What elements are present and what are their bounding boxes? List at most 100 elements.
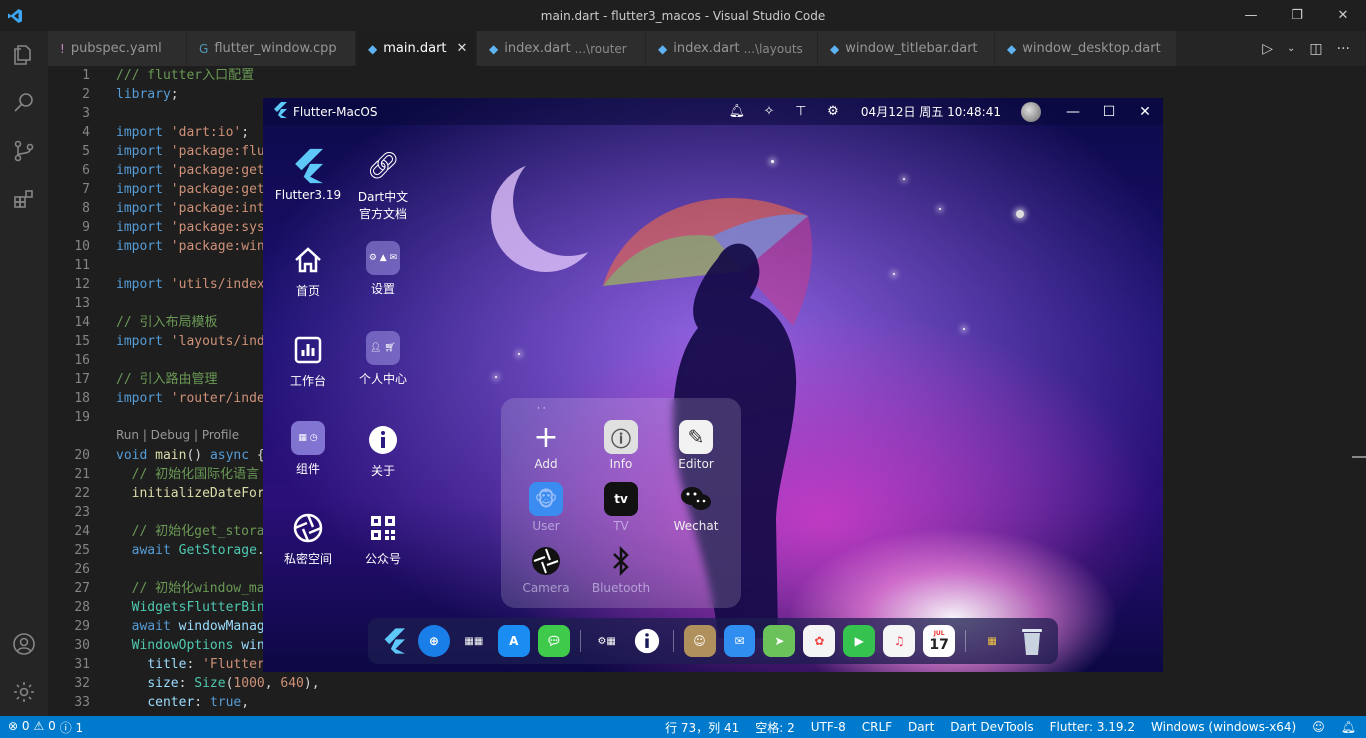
accounts-icon[interactable]: [0, 620, 48, 668]
minimize-button[interactable]: —: [1228, 0, 1274, 31]
indentation[interactable]: 空格: 2: [755, 719, 795, 736]
source-control-icon[interactable]: [0, 127, 48, 175]
code-token: ),: [303, 676, 320, 691]
more-actions-icon[interactable]: ···: [1337, 41, 1350, 57]
code-token: 'package:flu: [170, 144, 265, 159]
line-number: 33: [74, 695, 90, 710]
avatar[interactable]: [1021, 101, 1041, 122]
app-maximize-button[interactable]: ☐: [1091, 104, 1127, 120]
tab-window-desktop[interactable]: ◆ window_desktop.dart: [995, 31, 1177, 66]
encoding[interactable]: UTF-8: [811, 720, 846, 734]
launcher-camera[interactable]: Camera: [508, 544, 584, 595]
nav-settings[interactable]: ⚙ ▲ ✉ 设置: [343, 240, 423, 297]
nav-about[interactable]: 关于: [343, 422, 423, 479]
tab-label: index.dart: [673, 41, 740, 56]
launcher-add[interactable]: + Add: [508, 420, 584, 472]
dart-file-icon: ◆: [368, 41, 378, 56]
trash-icon[interactable]: [1016, 625, 1048, 657]
language-mode[interactable]: Dart: [908, 720, 934, 734]
nav-flutter[interactable]: Flutter3.19: [268, 148, 348, 202]
bell-icon[interactable]: 🔔︎: [721, 104, 753, 119]
pin-icon[interactable]: ⊤: [785, 104, 817, 119]
restore-button[interactable]: ❐: [1274, 0, 1320, 31]
info-icon[interactable]: [631, 625, 663, 657]
gear-icon[interactable]: ⚙: [817, 104, 849, 119]
flutter-dock-icon[interactable]: [378, 625, 410, 657]
appstore-icon[interactable]: A: [497, 625, 530, 657]
app-close-button[interactable]: ✕: [1127, 104, 1163, 120]
nav-official-account[interactable]: 公众号: [343, 510, 423, 567]
nav-private-space[interactable]: 私密空间: [268, 510, 348, 567]
line-ending[interactable]: CRLF: [862, 720, 892, 734]
explorer-icon[interactable]: [0, 31, 48, 79]
chevron-down-icon[interactable]: ⌄: [1287, 43, 1295, 54]
calendar-icon[interactable]: JUL 17: [923, 625, 956, 657]
tab-pubspec[interactable]: ! pubspec.yaml: [48, 31, 187, 66]
feedback-icon[interactable]: ☺: [1312, 720, 1325, 734]
code-line[interactable]: 32 size: Size(1000, 640),: [48, 674, 1366, 693]
close-button[interactable]: ✕: [1320, 0, 1366, 31]
safari-icon[interactable]: ⊕: [417, 625, 450, 657]
code-line[interactable]: 33 center: true,: [48, 693, 1366, 712]
tab-index-layouts[interactable]: ◆ index.dart ...\layouts: [646, 31, 818, 66]
tab-window-titlebar[interactable]: ◆ window_titlebar.dart: [818, 31, 995, 66]
mail-icon[interactable]: ✉: [723, 625, 756, 657]
launchpad-icon[interactable]: ▦▦: [458, 625, 490, 657]
warnings-count[interactable]: ⚠ 0: [34, 719, 56, 736]
codelens[interactable]: Run | Debug | Profile: [116, 428, 239, 442]
window-title: main.dart - flutter3_macos - Visual Stud…: [540, 8, 826, 23]
aperture-icon: [290, 510, 326, 546]
notifications-icon[interactable]: 🔔︎: [1341, 720, 1356, 734]
widgets-icon[interactable]: ⚙▦: [591, 625, 623, 657]
magic-wand-icon[interactable]: ✧: [753, 104, 785, 119]
launcher-info[interactable]: ⓘ Info: [583, 420, 659, 471]
scrollbar-marker[interactable]: [1352, 456, 1366, 458]
tab-label: window_titlebar.dart: [845, 41, 978, 56]
nav-components[interactable]: ▦ ◷ 组件: [268, 420, 348, 477]
run-icon[interactable]: ▷: [1262, 41, 1273, 57]
tab-main-dart[interactable]: ◆ main.dart ✕: [356, 31, 477, 66]
split-editor-icon[interactable]: ◫: [1309, 41, 1322, 57]
launcher-bluetooth[interactable]: Bluetooth: [583, 544, 659, 595]
maps-icon[interactable]: ➤: [763, 625, 796, 657]
finder-icon[interactable]: ☺: [683, 625, 716, 657]
chart-icon: [290, 332, 326, 368]
tab-index-router[interactable]: ◆ index.dart ...\router: [477, 31, 646, 66]
nav-home[interactable]: 首页: [268, 242, 348, 299]
music-icon[interactable]: ♫: [883, 625, 916, 657]
cursor-position[interactable]: 行 73，列 41: [665, 719, 739, 736]
tab-flutter-window-cpp[interactable]: Gflutter_window.cpp: [187, 31, 356, 66]
drag-handle[interactable]: · ·: [537, 404, 546, 414]
photos-icon[interactable]: ✿: [803, 625, 836, 657]
errors-count[interactable]: ⊗ 0: [8, 719, 30, 736]
code-token: import: [116, 277, 163, 292]
search-icon[interactable]: [0, 79, 48, 127]
code-token: size: [147, 676, 179, 691]
flutter-version[interactable]: Flutter: 3.19.2: [1050, 720, 1135, 734]
extensions-icon[interactable]: [0, 175, 48, 223]
launcher-editor[interactable]: ✎ Editor: [658, 420, 734, 471]
facetime-icon[interactable]: ▶: [843, 625, 876, 657]
launcher-tv[interactable]: tv TV: [583, 482, 659, 533]
device-selector[interactable]: Windows (windows-x64): [1151, 720, 1296, 734]
code-text: // 初始化国际化语言: [116, 465, 259, 484]
nav-label: Flutter3.19: [274, 188, 342, 202]
folder-icon[interactable]: ▦: [976, 625, 1008, 657]
code-token: await: [131, 543, 171, 558]
launcher-user[interactable]: 🐵︎ User: [508, 482, 584, 533]
line-number: 21: [74, 467, 90, 482]
info-count[interactable]: ⓘ 1: [60, 719, 83, 736]
code-line[interactable]: 1 /// flutter入口配置: [48, 66, 1366, 85]
close-icon[interactable]: ✕: [457, 41, 468, 56]
gear-icon[interactable]: [0, 668, 48, 716]
launcher-wechat[interactable]: Wechat: [658, 482, 734, 533]
app-minimize-button[interactable]: —: [1055, 104, 1091, 120]
line-number: 11: [74, 258, 90, 273]
line-number: 5: [82, 144, 90, 159]
nav-dart-docs[interactable]: 🔗︎ Dart中文官方文档: [343, 148, 423, 222]
nav-workbench[interactable]: 工作台: [268, 332, 348, 389]
dart-devtools[interactable]: Dart DevTools: [950, 720, 1033, 734]
nav-profile[interactable]: 👤︎ 🛒︎ 个人中心: [343, 330, 423, 387]
messages-icon[interactable]: 💬︎: [537, 625, 570, 657]
